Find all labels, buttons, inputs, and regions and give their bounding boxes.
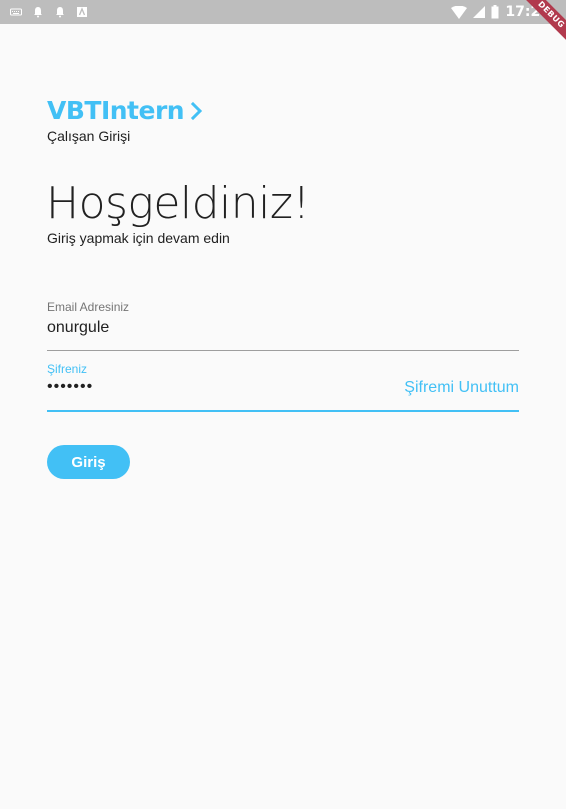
brand-title: VBTIntern <box>47 96 185 125</box>
keyboard-icon <box>10 8 22 16</box>
login-button[interactable]: Giriş <box>47 445 130 479</box>
email-input[interactable]: onurgule <box>47 319 519 337</box>
forgot-password-link[interactable]: Şifremi Unuttum <box>404 379 519 397</box>
notification-icon <box>56 7 64 18</box>
welcome-title: Hoşgeldiniz! <box>46 178 310 229</box>
brand-subtitle: Çalışan Girişi <box>47 128 131 144</box>
login-screen: 17:21 DEBUG VBTIntern Çalışan Girişi Hoş… <box>0 0 566 809</box>
signal-icon <box>473 6 486 18</box>
status-bar-left-icons <box>10 6 88 18</box>
app-icon <box>77 7 87 17</box>
chevron-right-icon <box>190 101 203 120</box>
password-label: Şifreniz <box>47 362 88 376</box>
welcome-subtitle: Giriş yapmak için devam edin <box>47 230 230 246</box>
email-field[interactable]: Email Adresiniz onurgule <box>47 300 519 351</box>
email-label: Email Adresiniz <box>47 300 130 314</box>
status-bar: 17:21 <box>0 0 566 24</box>
notification-icon <box>34 7 42 18</box>
battery-icon <box>491 5 499 19</box>
wifi-icon <box>451 5 468 19</box>
brand: VBTIntern <box>47 96 204 125</box>
password-field[interactable]: Şifreniz ••••••• Şifremi Unuttum <box>47 362 519 412</box>
